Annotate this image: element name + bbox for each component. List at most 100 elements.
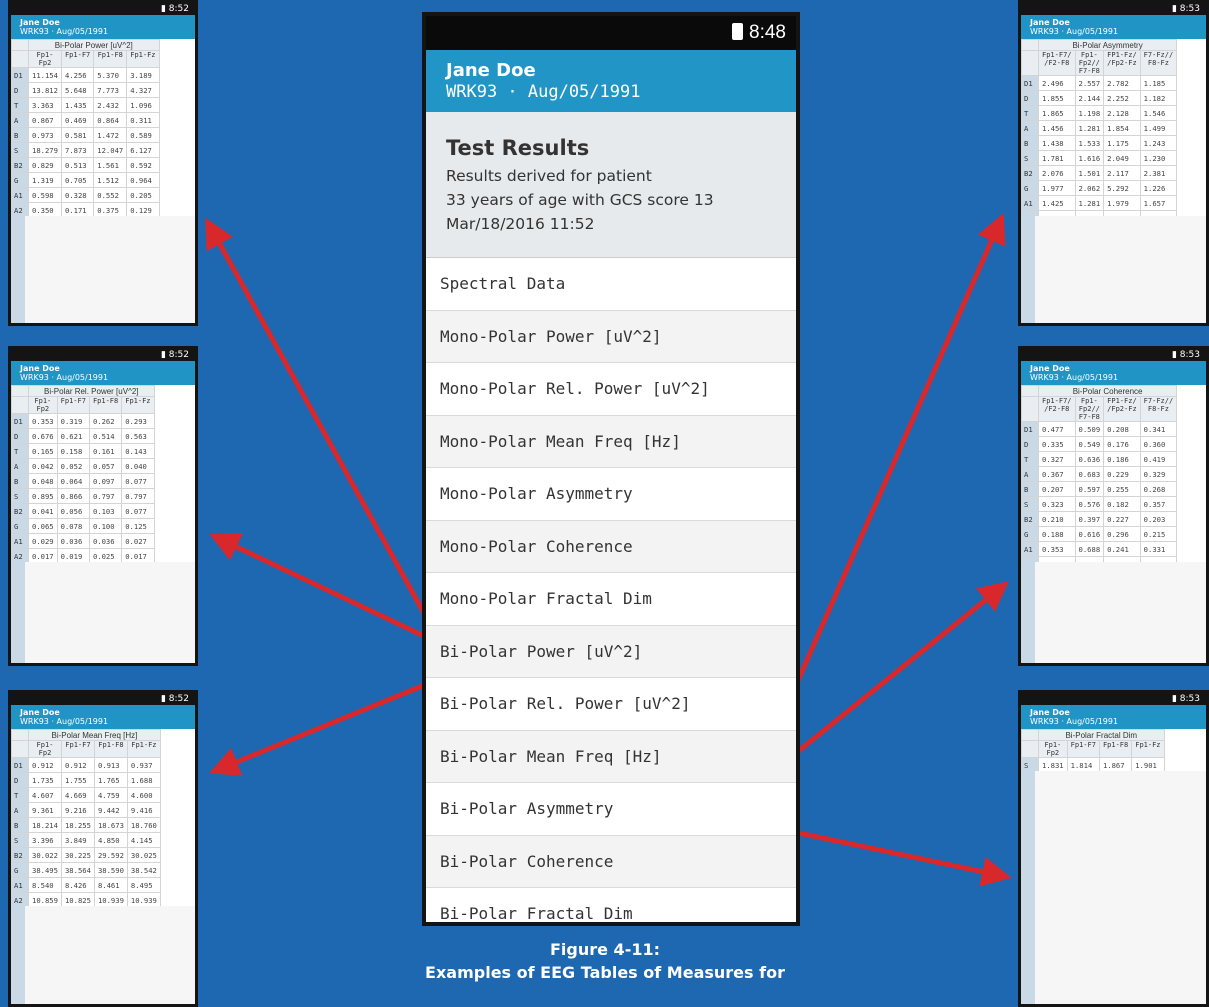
column-header-line: Fp1-Fz xyxy=(1135,741,1161,749)
table-row: B 1.438 1.533 1.175 1.243 xyxy=(1021,135,1178,151)
table-cell: 0.513 xyxy=(60,157,95,173)
table-cell: 18.255 xyxy=(60,817,95,833)
table-cell: 1.096 xyxy=(126,97,160,113)
app-header: Jane Doe WRK93 · Aug/05/1991 xyxy=(11,361,195,385)
row-label: B xyxy=(1021,135,1039,151)
column-header: Fp1-Fz xyxy=(126,50,160,68)
column-header-line: Fp1-F8 xyxy=(97,51,123,59)
table-cell: 8.426 xyxy=(60,877,95,893)
column-header-line: Fp1-Fz xyxy=(125,397,151,405)
table-cell: 0.227 xyxy=(1103,511,1141,527)
table-cell: 0.353 xyxy=(1038,541,1076,557)
table-cell: 0.207 xyxy=(1038,481,1076,497)
patient-id: WRK93 · Aug/05/1991 xyxy=(446,82,641,102)
table-cell: 0.912 xyxy=(60,757,95,773)
column-header: Fp1-F8 xyxy=(88,396,123,414)
list-item-monopolar-rel-power[interactable]: Mono-Polar Rel. Power [uV^2] xyxy=(426,363,796,416)
measures-table: Bi-Polar Fractal Dim Fp1- Fp2 Fp1-F7 Fp1-F8 F… xyxy=(1021,729,1165,773)
row-label: D xyxy=(1021,90,1039,106)
table-cell: 4.145 xyxy=(126,832,161,848)
table-cell: 1.865 xyxy=(1038,105,1076,121)
table-cell: 3.189 xyxy=(126,67,160,83)
table-cell: 1.226 xyxy=(1139,180,1178,196)
arrow-to-bipolar-asymmetry xyxy=(775,213,1006,728)
list-item-bipolar-power[interactable]: Bi-Polar Power [uV^2] xyxy=(426,625,796,678)
table-cell: 4.607 xyxy=(28,787,62,803)
empty-area xyxy=(11,906,195,1004)
table-cell: 8.461 xyxy=(93,877,128,893)
table-cell: 1.472 xyxy=(93,127,128,143)
row-label: G xyxy=(11,172,29,188)
table-row: B2 2.076 1.501 2.117 2.381 xyxy=(1021,165,1178,181)
table-row: D 0.335 0.549 0.176 0.360 xyxy=(1021,436,1178,452)
panel-bipolar-rel-power: ▮ 8:52 Jane Doe WRK93 · Aug/05/1991 Bi-Pola… xyxy=(8,346,198,666)
table-cell: 1.182 xyxy=(1139,90,1178,106)
table-cell: 0.912 xyxy=(28,757,62,773)
row-label: S xyxy=(11,488,29,504)
table-row: D1 0.353 0.319 0.262 0.293 xyxy=(11,413,155,429)
column-header-line: F8-Fz xyxy=(1147,59,1169,67)
results-summary: Test Results Results derived for patient… xyxy=(426,112,796,258)
table-cell: 0.029 xyxy=(28,533,58,549)
table-cell: 0.360 xyxy=(1139,436,1178,452)
row-label: B2 xyxy=(11,157,29,173)
table-cell: 0.676 xyxy=(28,428,58,444)
table-cell: 0.864 xyxy=(93,112,128,128)
table-row: B 0.973 0.581 1.472 0.589 xyxy=(11,127,160,143)
list-item-monopolar-power[interactable]: Mono-Polar Power [uV^2] xyxy=(426,310,796,363)
table-cell: 1.198 xyxy=(1074,105,1105,121)
column-header-line: Fp1-F7 xyxy=(60,397,86,405)
table-cell: 30.022 xyxy=(28,847,62,863)
column-header: Fp1-F7 xyxy=(1066,740,1100,758)
table-cell: 1.456 xyxy=(1038,120,1076,136)
table-cell: 0.143 xyxy=(121,443,155,459)
table-cell: 4.850 xyxy=(93,832,128,848)
table-cell: 0.103 xyxy=(88,503,123,519)
column-header-line: Fp2 xyxy=(38,749,52,757)
list-item-monopolar-coherence[interactable]: Mono-Polar Coherence xyxy=(426,520,796,573)
table-cell: 0.335 xyxy=(1038,436,1076,452)
list-item-monopolar-fractal-dim[interactable]: Mono-Polar Fractal Dim xyxy=(426,573,796,626)
table-cell: 0.323 xyxy=(1038,496,1076,512)
table-cell: 2.062 xyxy=(1074,180,1105,196)
table-cell: 0.866 xyxy=(56,488,90,504)
list-item-bipolar-coherence[interactable]: Bi-Polar Coherence xyxy=(426,835,796,888)
table-cell: 5.648 xyxy=(60,82,95,98)
table-cell: 9.442 xyxy=(93,802,128,818)
table-cell: 2.557 xyxy=(1074,75,1105,91)
list-item-bipolar-mean-freq[interactable]: Bi-Polar Mean Freq [Hz] xyxy=(426,730,796,783)
table-cell: 0.036 xyxy=(56,533,90,549)
table-row: S 18.279 7.873 12.047 6.127 xyxy=(11,142,160,158)
status-bar: ▮ 8:52 xyxy=(11,3,195,15)
measures-table: Bi-Polar Rel. Power [uV^2] Fp1- Fp2 Fp1-F7 F… xyxy=(11,385,155,564)
row-label: A1 xyxy=(1021,541,1039,557)
table-row: D1 11.154 4.256 5.370 3.189 xyxy=(11,67,160,83)
table-row: A1 0.029 0.036 0.036 0.027 xyxy=(11,533,155,549)
patient-name: Jane Doe xyxy=(1030,18,1070,27)
column-header-line: Fp1- xyxy=(1044,741,1062,749)
list-item-spectral-data[interactable]: Spectral Data xyxy=(426,258,796,311)
table-cell: 0.514 xyxy=(88,428,123,444)
column-header-line: Fp2 xyxy=(38,59,52,67)
table-row: A 0.042 0.052 0.057 0.040 xyxy=(11,458,155,474)
row-label: T xyxy=(1021,105,1039,121)
column-header: Fp1- Fp2 xyxy=(28,740,62,758)
table-cell: 0.688 xyxy=(1074,541,1105,557)
column-header-line: Fp1-F8 xyxy=(98,741,124,749)
table-cell: 2.128 xyxy=(1103,105,1141,121)
column-header-line: Fp2// xyxy=(1078,59,1100,67)
list-item-bipolar-fractal-dim[interactable]: Bi-Polar Fractal Dim xyxy=(426,888,796,922)
app-header: Jane Doe WRK93 · Aug/05/1991 xyxy=(11,15,195,39)
list-item-monopolar-mean-freq[interactable]: Mono-Polar Mean Freq [Hz] xyxy=(426,415,796,468)
list-item-bipolar-asymmetry[interactable]: Bi-Polar Asymmetry xyxy=(426,783,796,836)
list-item-bipolar-rel-power[interactable]: Bi-Polar Rel. Power [uV^2] xyxy=(426,678,796,731)
table-cell: 1.855 xyxy=(1038,90,1076,106)
list-item-monopolar-asymmetry[interactable]: Mono-Polar Asymmetry xyxy=(426,468,796,521)
table-row: S 1.781 1.616 2.049 1.230 xyxy=(1021,150,1178,166)
row-label: S xyxy=(11,142,29,158)
results-line: Mar/18/2016 11:52 xyxy=(446,215,595,233)
empty-area xyxy=(1021,562,1206,663)
table-cell: 0.589 xyxy=(126,127,160,143)
column-header-line: /F2-F8 xyxy=(1044,405,1070,413)
table-cell: 18.279 xyxy=(28,142,62,158)
